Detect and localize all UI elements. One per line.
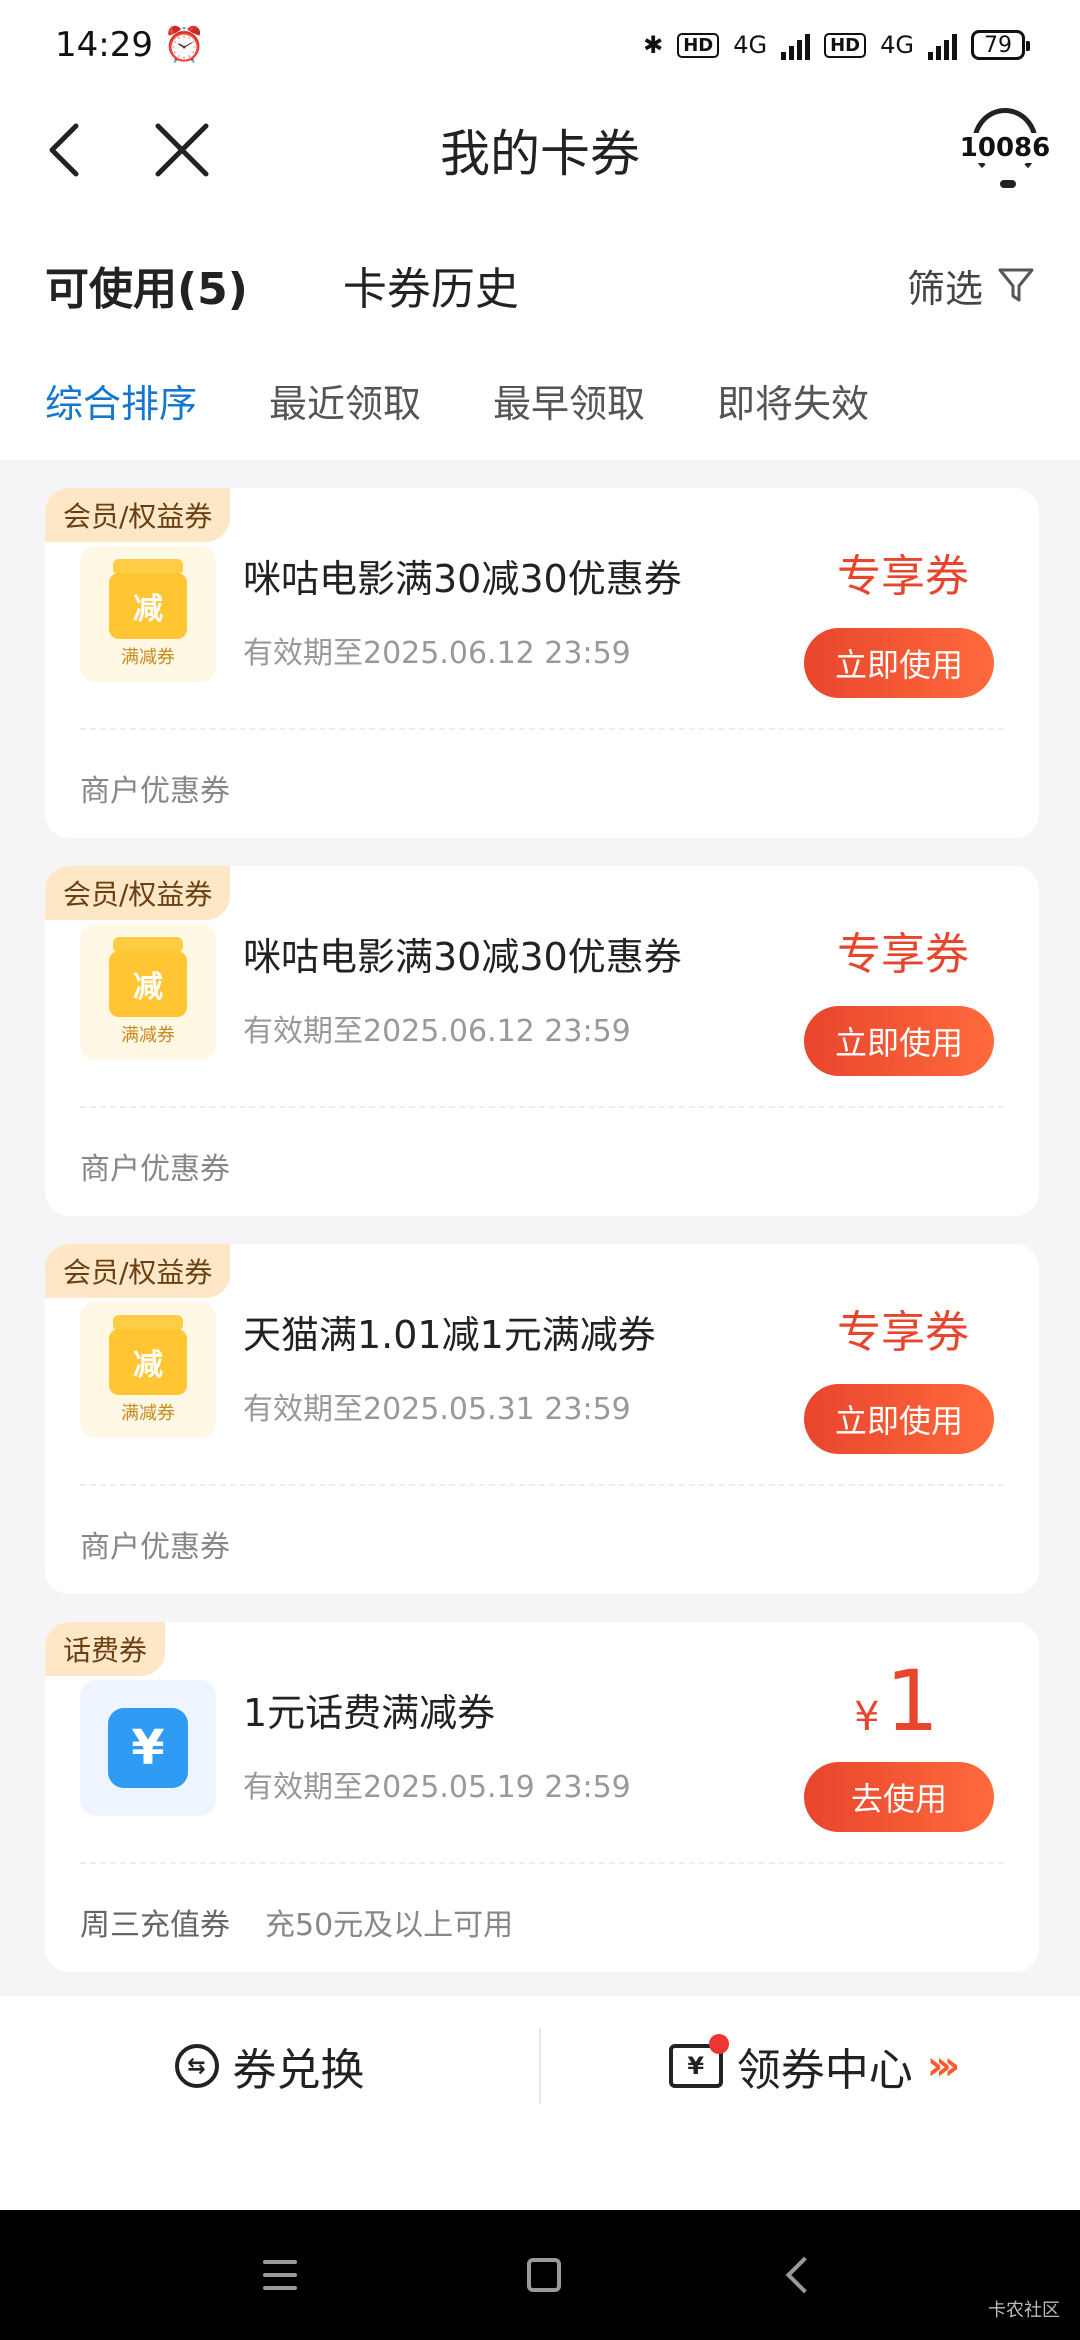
network-label-2: 4G <box>880 31 914 59</box>
exchange-icon: ⇆ <box>174 2044 219 2088</box>
coupon-source: 商户优惠券 <box>80 774 230 809</box>
bottom-action-bar: ⇆ 券兑换 ¥ 领券中心 ››› <box>0 1996 1080 2210</box>
coupon-name: 1元话费满减券 <box>243 1691 496 1735</box>
system-nav-bar: 卡农社区 <box>0 2210 1080 2340</box>
signal-icon-2 <box>928 30 957 60</box>
battery-icon: 79 <box>971 30 1030 60</box>
filter-label: 筛选 <box>906 266 983 311</box>
exclusive-badge: 专享券 <box>837 1307 969 1358</box>
back-icon[interactable] <box>38 120 98 180</box>
coupon-expiry: 有效期至2025.06.12 23:59 <box>243 1014 631 1049</box>
divider <box>80 728 1004 730</box>
sort-expiring[interactable]: 即将失效 <box>717 373 869 428</box>
jar-caption: 满减券 <box>121 1403 175 1424</box>
coupon-name: 天猫满1.01减1元满减券 <box>243 1313 656 1357</box>
coupon-center-label: 领券中心 <box>736 2045 913 2096</box>
triple-chevron-icon: ››› <box>926 2043 961 2089</box>
sort-recent[interactable]: 最近领取 <box>269 373 421 428</box>
jar-icon: 减 满减券 <box>109 559 187 669</box>
ticket-icon-text: ¥ <box>687 2052 705 2080</box>
jar-text: 减 <box>109 951 187 1017</box>
coupon-card[interactable]: 会员/权益券 减 满减券 咪咕电影满30减30优惠券 有效期至2025.06.1… <box>45 488 1039 838</box>
use-now-button[interactable]: 立即使用 <box>804 1006 994 1076</box>
coupon-source: 商户优惠券 <box>80 1152 230 1187</box>
menu-icon[interactable] <box>263 2260 297 2290</box>
coupon-source: 商户优惠券 <box>80 1530 230 1565</box>
currency-symbol: ¥ <box>854 1694 880 1740</box>
mic-icon <box>1000 180 1016 188</box>
coupon-condition: 充50元及以上可用 <box>265 1908 514 1943</box>
jar-caption: 满减券 <box>121 1025 175 1046</box>
coupon-source: 周三充值券 <box>80 1908 230 1943</box>
top-nav: 我的卡券 10086 <box>0 90 1080 210</box>
coupon-list: 会员/权益券 减 满减券 咪咕电影满30减30优惠券 有效期至2025.06.1… <box>45 488 1039 2000</box>
coupon-center-button[interactable]: ¥ 领券中心 ››› <box>541 1996 1080 2136</box>
close-icon[interactable] <box>150 118 214 182</box>
coupon-thumbnail: 减 满减券 <box>80 1302 216 1438</box>
use-now-button[interactable]: 立即使用 <box>804 628 994 698</box>
divider <box>80 1862 1004 1864</box>
battery-level: 79 <box>984 32 1012 58</box>
coupon-card[interactable]: 会员/权益券 减 满减券 天猫满1.01减1元满减券 有效期至2025.05.3… <box>45 1244 1039 1594</box>
coupon-category-tag: 会员/权益券 <box>45 866 231 920</box>
watermark: 卡农社区 <box>988 2300 1060 2321</box>
yen-icon: ¥ <box>108 1708 188 1788</box>
coupon-name: 咪咕电影满30减30优惠券 <box>243 557 682 601</box>
sort-comprehensive[interactable]: 综合排序 <box>45 373 197 428</box>
funnel-icon <box>998 268 1034 302</box>
coupon-thumbnail: 减 满减券 <box>80 924 216 1060</box>
ticket-icon: ¥ <box>668 2034 729 2088</box>
hd-icon-2: HD <box>824 32 867 58</box>
divider <box>80 1106 1004 1108</box>
signal-icon <box>781 30 811 60</box>
exclusive-badge: 专享券 <box>837 929 969 980</box>
coupon-card[interactable]: 会员/权益券 减 满减券 咪咕电影满30减30优惠券 有效期至2025.06.1… <box>45 866 1039 1216</box>
use-now-button[interactable]: 立即使用 <box>804 1384 994 1454</box>
tab-history[interactable]: 卡券历史 <box>343 253 519 317</box>
coupon-expiry: 有效期至2025.05.31 23:59 <box>243 1392 631 1427</box>
coupon-footer: 商户优惠券 <box>80 1522 230 1566</box>
exclusive-badge: 专享券 <box>837 551 969 602</box>
customer-service-button[interactable]: 10086 <box>957 108 1053 188</box>
status-time: 14:29 <box>55 25 153 65</box>
coupon-footer: 周三充值券 充50元及以上可用 <box>80 1900 513 1944</box>
jar-caption: 满减券 <box>121 647 175 668</box>
network-label-1: 4G <box>733 31 768 59</box>
coupon-value: ¥ 1 <box>854 1652 939 1750</box>
coupon-exchange-button[interactable]: ⇆ 券兑换 <box>0 1996 539 2136</box>
coupon-expiry: 有效期至2025.05.19 23:59 <box>243 1770 631 1805</box>
service-number: 10086 <box>957 133 1053 163</box>
coupon-name: 咪咕电影满30减30优惠券 <box>243 935 682 979</box>
jar-icon: 减 满减券 <box>109 937 187 1047</box>
coupon-card[interactable]: 话费券 ¥ 1元话费满减券 有效期至2025.05.19 23:59 ¥ 1 去… <box>45 1622 1039 1972</box>
coupon-amount: 1 <box>885 1652 939 1750</box>
coupon-category-tag: 会员/权益券 <box>45 1244 231 1298</box>
tab-available[interactable]: 可使用(5) <box>45 253 248 317</box>
divider <box>80 1484 1004 1486</box>
coupon-category-tag: 会员/权益券 <box>45 488 231 542</box>
bluetooth-icon: ✱ <box>643 31 664 59</box>
coupon-category-tag: 话费券 <box>45 1622 166 1676</box>
coupon-tabs: 可使用(5) 卡券历史 筛选 <box>0 210 1080 360</box>
home-icon[interactable] <box>527 2258 561 2292</box>
alarm-icon: ⏰ <box>162 25 206 65</box>
exchange-label: 券兑换 <box>232 2045 365 2096</box>
filter-button[interactable]: 筛选 <box>907 258 1035 313</box>
system-back-icon[interactable] <box>785 2256 823 2294</box>
coupon-footer: 商户优惠券 <box>80 1144 230 1188</box>
notification-dot <box>708 2034 729 2054</box>
hd-icon: HD <box>677 32 720 58</box>
jar-text: 减 <box>109 573 187 639</box>
jar-text: 减 <box>109 1329 187 1395</box>
coupon-thumbnail: 减 满减券 <box>80 546 216 682</box>
status-bar: 14:29 ⏰ ✱ HD 4G HD 4G 79 <box>0 0 1080 90</box>
go-use-button[interactable]: 去使用 <box>804 1762 994 1832</box>
coupon-footer: 商户优惠券 <box>80 766 230 810</box>
jar-icon: 减 满减券 <box>109 1315 187 1425</box>
coupon-expiry: 有效期至2025.06.12 23:59 <box>243 636 631 671</box>
sort-options: 综合排序 最近领取 最早领取 即将失效 <box>0 340 1080 460</box>
status-icons: ✱ HD 4G HD 4G 79 <box>643 30 1030 60</box>
sort-earliest[interactable]: 最早领取 <box>493 373 645 428</box>
coupon-thumbnail: ¥ <box>80 1680 216 1816</box>
